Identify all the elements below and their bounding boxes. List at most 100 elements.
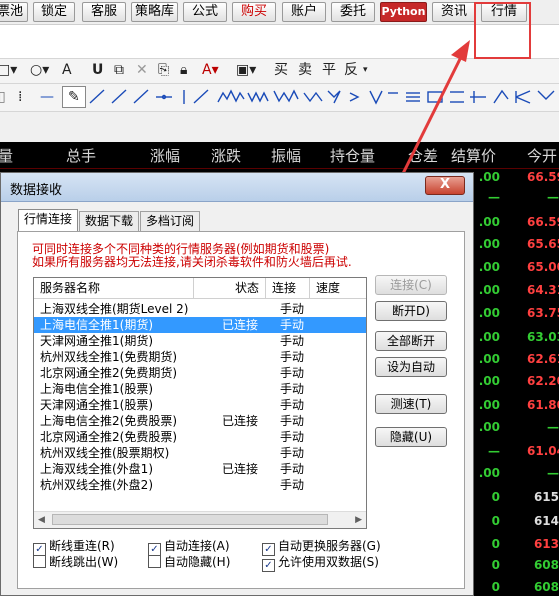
checkbox-checked-icon[interactable]: ✓ (262, 559, 275, 572)
underline-icon[interactable]: U (92, 59, 103, 81)
ellipse-icon[interactable]: ○▾ (30, 59, 49, 81)
column-header-oi-change[interactable]: 仓差 (408, 145, 438, 167)
column-header-total-hands[interactable]: 总手 (66, 145, 96, 167)
disconnect-all-button[interactable]: 全部断开 (375, 331, 447, 351)
delete-icon[interactable]: ✕ (136, 59, 148, 81)
quote-cell: — (547, 466, 559, 480)
quote-cell: .00 (478, 237, 500, 251)
column-header-open[interactable]: 今开 (527, 145, 557, 167)
toolbar-button-lock[interactable]: 锁定 (33, 2, 75, 22)
quote-cell: 66.59 (527, 170, 559, 184)
server-connection-mode: 手动 (280, 302, 305, 316)
server-connection-mode: 手动 (280, 334, 305, 348)
server-row[interactable]: 北京网通全推2(免费股票) 手动 (34, 429, 366, 445)
disconnect-button[interactable]: 断开D) (375, 301, 447, 321)
quote-cell: 66.59 (527, 215, 559, 229)
speed-test-button[interactable]: 测速(T) (375, 394, 447, 414)
quote-cell: 63.03 (527, 330, 559, 344)
server-row[interactable]: 上海双线全推(外盘1) 已连接 手动 (34, 461, 366, 477)
quote-cell: — (488, 190, 500, 204)
server-row[interactable]: 上海电信全推2(免费股票) 已连接 手动 (34, 413, 366, 429)
checkbox-option[interactable]: 断线跳出(W) (33, 555, 118, 569)
list-header-status[interactable]: 状态 (194, 278, 266, 299)
tab-multi-level[interactable]: 多档订阅 (140, 211, 200, 231)
list-header-connection[interactable]: 连接 (266, 278, 310, 299)
column-header-settle[interactable]: 结算价 (451, 145, 496, 167)
tab-data-download[interactable]: 数据下载 (79, 211, 139, 231)
toolbar-button-formula[interactable]: 公式 (183, 2, 227, 22)
toolbar-button-python[interactable]: Python (380, 2, 427, 22)
column-header-change[interactable]: 涨跌 (211, 145, 241, 167)
server-row[interactable]: 天津网通全推1(期货) 手动 (34, 333, 366, 349)
checkbox-label: 断线跳出(W) (49, 555, 119, 569)
quote-cell: — (547, 190, 559, 204)
checkbox-option[interactable]: ✓ 允许使用双数据(S) (262, 555, 379, 572)
server-row[interactable]: 杭州双线全推1(免费期货) 手动 (34, 349, 366, 365)
checkbox-unchecked-icon[interactable] (148, 555, 161, 568)
toolbar-spacer (0, 112, 559, 142)
drawing-tools-icons[interactable] (88, 87, 558, 107)
data-receive-dialog: 数据接收 X 行情连接 数据下载 多档订阅 可同时连接多个不同种类的行情服务器(… (0, 172, 474, 596)
toolbar-button-order[interactable]: 委托 (331, 2, 375, 22)
sell-mark-icon[interactable]: 卖 (298, 59, 312, 81)
fill-icon[interactable]: ▣▾ (236, 59, 256, 81)
dash-line-icon[interactable]: — (40, 86, 54, 108)
toolbar-button-news[interactable]: 资讯 (432, 2, 476, 22)
checkbox-option[interactable]: 自动隐藏(H) (148, 555, 230, 569)
checkbox-option[interactable]: ✓ 断线重连(R) (33, 539, 115, 556)
server-connection-mode: 手动 (280, 478, 305, 492)
checkbox-label: 允许使用双数据(S) (278, 555, 379, 569)
set-auto-button[interactable]: 设为自动 (375, 357, 447, 377)
reverse-mark-icon[interactable]: 反 (344, 59, 358, 81)
scroll-right-icon[interactable]: ▶ (355, 512, 362, 528)
text-color-icon[interactable]: A▾ (202, 59, 219, 81)
connect-button[interactable]: 连接(C) (375, 275, 447, 295)
buy-mark-icon[interactable]: 买 (274, 59, 288, 81)
pointer-icon[interactable]: ⁞ (18, 86, 22, 108)
server-row[interactable]: 上海双线全推(期货Level 2) 手动 (34, 301, 366, 317)
pencil-tool[interactable]: ✎ (62, 86, 86, 108)
lock-icon[interactable]: 🔒︎ (180, 59, 187, 81)
server-name: 天津网通全推1(期货) (40, 334, 153, 348)
server-connection-mode: 手动 (280, 398, 305, 412)
server-row[interactable]: 北京网通全推2(免费期货) 手动 (34, 365, 366, 381)
checkbox-option[interactable]: ✓ 自动连接(A) (148, 539, 230, 556)
paste-icon[interactable]: ⎘ (158, 59, 169, 81)
server-row[interactable]: 上海电信全推1(期货) 已连接 手动 (34, 317, 366, 333)
toolbar-button-service[interactable]: 客服 (82, 2, 126, 22)
quote-cell: 0 (491, 490, 500, 504)
toolbar-button-buy[interactable]: 购买 (232, 2, 276, 22)
horizontal-scrollbar[interactable]: ◀ ▶ (34, 511, 366, 528)
list-header-speed[interactable]: 速度 (310, 278, 366, 299)
server-name: 北京网通全推2(免费期货) (40, 366, 177, 380)
quote-cell: 0 (491, 580, 500, 594)
server-row[interactable]: 天津网通全推1(股票) 手动 (34, 397, 366, 413)
checkbox-unchecked-icon[interactable] (33, 555, 46, 568)
tab-market-connection[interactable]: 行情连接 (18, 209, 78, 232)
toolbar-button-strategy[interactable]: 策略库 (131, 2, 178, 22)
column-header-change-pct[interactable]: 涨幅 (150, 145, 180, 167)
server-row[interactable]: 杭州双线全推(外盘2) 手动 (34, 477, 366, 493)
text-icon[interactable]: A (62, 59, 72, 81)
toolbar-button-stock-pool[interactable]: 票池 (0, 2, 28, 22)
close-button[interactable]: X (425, 176, 465, 195)
scroll-left-icon[interactable]: ◀ (38, 512, 45, 528)
column-header-volume[interactable]: 量 (0, 145, 13, 167)
dialog-titlebar[interactable]: 数据接收 X (1, 173, 473, 202)
toolbar-button-account[interactable]: 账户 (282, 2, 326, 22)
more-icon[interactable]: ▾ (363, 59, 368, 81)
server-row[interactable]: 上海电信全推1(股票) 手动 (34, 381, 366, 397)
list-header-name[interactable]: 服务器名称 (34, 278, 194, 299)
scroll-thumb[interactable] (52, 514, 328, 525)
checkbox-option[interactable]: ✓ 自动更换服务器(G) (262, 539, 381, 556)
rectangle-icon[interactable]: □▾ (0, 59, 17, 81)
flat-mark-icon[interactable]: 平 (322, 59, 336, 81)
column-header-open-interest[interactable]: 持仓量 (330, 145, 375, 167)
copy-icon[interactable]: ⧉ (114, 59, 124, 81)
quote-cell: 62.61 (527, 352, 559, 366)
hide-button[interactable]: 隐藏(U) (375, 427, 447, 447)
dialog-title: 数据接收 (10, 183, 63, 198)
quote-cell: 63.75 (527, 306, 559, 320)
server-row[interactable]: 杭州双线全推(股票期权) 手动 (34, 445, 366, 461)
column-header-amplitude[interactable]: 振幅 (271, 145, 301, 167)
